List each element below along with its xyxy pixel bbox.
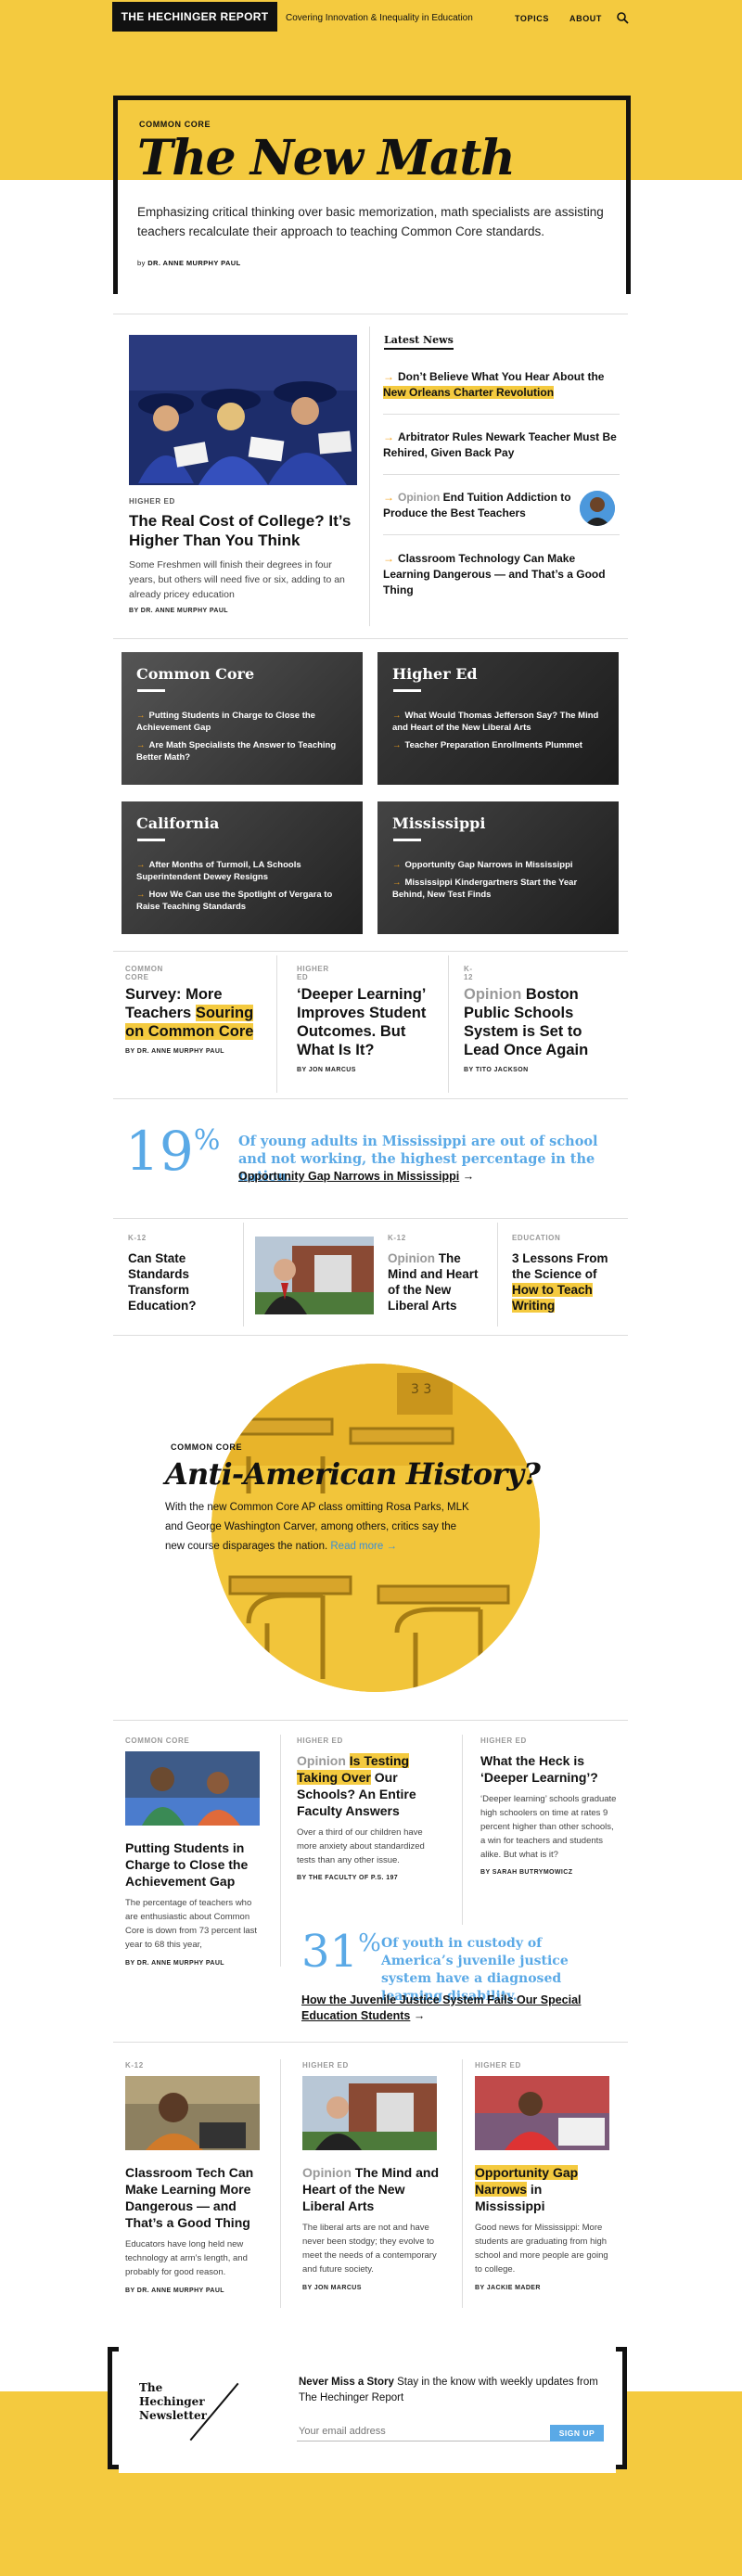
topic-tile-higher-ed[interactable]: Higher Ed → What Would Thomas Jefferson S… [377,652,619,785]
site-logo[interactable]: THE HECHINGER REPORT [112,2,277,32]
stat-figure: 31% [301,1926,381,1978]
divider [113,2042,628,2043]
latest-item[interactable]: → Classroom Technology Can Make Learning … [383,551,620,598]
divider [276,955,277,1093]
arrow-icon: → [383,370,394,383]
arrow-icon: → [383,430,394,443]
divider [113,1720,628,1721]
latest-news-heading: Latest News [384,334,454,350]
classroom-tech-photo[interactable] [125,2076,260,2150]
tile-link[interactable]: → Are Math Specialists the Answer to Teac… [136,739,348,763]
divider [462,2059,463,2308]
tile-link[interactable]: → After Months of Turmoil, LA Schools Sup… [136,859,348,883]
topic-tile-mississippi[interactable]: Mississippi → Opportunity Gap Narrows in … [377,801,619,934]
divider [383,414,620,415]
graduation-photo[interactable] [129,335,357,485]
divider [497,1223,498,1326]
story-card[interactable]: HIGHER ED Opinion Is Testing Taking Over … [297,1737,436,1881]
frame-gap [119,2460,616,2473]
arrow-icon: → [383,552,394,565]
divider [113,1335,628,1336]
feature-dek: Some Freshmen will finish their degrees … [129,559,345,600]
tile-link[interactable]: → How We Can use the Spotlight of Vergara… [136,889,348,913]
divider [369,327,370,626]
story-card[interactable]: HIGHER ED Opinion The Mind and Heart of … [302,2061,441,2291]
feature-kicker[interactable]: HIGHER ED [129,497,175,506]
tile-link[interactable]: → Mississippi Kindergartners Start the Ye… [392,877,604,901]
circle-dek: With the new Common Core AP class omitti… [165,1502,469,1552]
read-more-link[interactable]: Read more → [330,1541,397,1552]
divider [448,955,449,1093]
author-avatar[interactable] [580,491,615,526]
hero-title[interactable]: The New Math [137,135,516,183]
divider [113,1098,628,1099]
hero-byline: by DR. ANNE MURPHY PAUL [137,259,241,267]
students-photo[interactable] [125,1751,260,1826]
topic-tile-common-core[interactable]: Common Core → Putting Students in Charge … [122,652,363,785]
tile-link[interactable]: → Putting Students in Charge to Close the… [136,710,348,734]
story-card[interactable]: COMMON CORE Putting Students in Charge t… [125,1737,264,1967]
story-card[interactable]: K-12 Classroom Tech Can Make Learning Mo… [125,2061,264,2294]
svg-text:3 3: 3 3 [411,1382,431,1397]
liberal-arts-photo[interactable] [302,2076,437,2150]
jefferson-photo[interactable] [255,1237,374,1314]
feature-byline: by DR. ANNE MURPHY PAUL [129,608,228,614]
newsletter-name: The Hechinger Newsletter [139,2381,207,2422]
story-card[interactable]: K-12 Can State Standards Transform Educat… [128,1234,230,1314]
divider [462,1735,463,1925]
frame-gap [119,2343,616,2356]
feature-title[interactable]: The Real Cost of College? It’s Higher Th… [129,511,361,550]
divider [243,1223,244,1326]
nav-about[interactable]: ABOUT [569,14,602,23]
hero-kicker[interactable]: COMMON CORE [139,120,211,129]
divider [113,1218,628,1219]
stat-link[interactable]: How the Juvenile Justice System Fails Ou… [301,1993,598,2024]
divider [113,951,628,952]
newsletter-headline: Never Miss a Story Stay in the know with… [299,2377,598,2403]
hero-dek: Emphasizing critical thinking over basic… [137,205,604,238]
search-icon[interactable] [616,11,629,24]
divider [113,638,628,639]
topic-tile-california[interactable]: California → After Months of Turmoil, LA … [122,801,363,934]
story-card[interactable]: HIGHER ED Opportunity Gap Narrows in Mis… [475,2061,614,2291]
mississippi-students-photo[interactable] [475,2076,609,2150]
divider [280,2059,281,2308]
latest-item[interactable]: → Opinion End Tuition Addiction to Produc… [383,490,573,521]
tile-link[interactable]: → Opportunity Gap Narrows in Mississippi [392,859,604,871]
divider [280,1735,281,1967]
circle-title[interactable]: Anti-American History? [165,1456,541,1492]
latest-item[interactable]: → Don’t Believe What You Hear About the N… [383,369,620,401]
divider [383,534,620,535]
divider [383,474,620,475]
latest-item[interactable]: → Arbitrator Rules Newark Teacher Must Be… [383,429,620,461]
sign-up-button[interactable]: SIGN UP [550,2425,604,2441]
tile-link[interactable]: → Teacher Preparation Enrollments Plummet [392,739,604,751]
nav-topics[interactable]: TOPICS [515,14,549,23]
stat-figure: 19% [125,1120,221,1183]
story-card[interactable]: HIGHER ED What the Heck is ‘Deeper Learn… [480,1737,620,1876]
tile-link[interactable]: → What Would Thomas Jefferson Say? The Mi… [392,710,604,734]
circle-kicker[interactable]: COMMON CORE [171,1442,242,1452]
arrow-icon: → [383,491,394,504]
stat-link[interactable]: Opportunity Gap Narrows in Mississippi → [238,1170,474,1183]
story-card[interactable]: EDUCATION 3 Lessons From the Science of H… [512,1234,621,1314]
site-tagline: Covering Innovation & Inequality in Educ… [286,13,473,23]
story-card[interactable]: K-12 Opinion The Mind and Heart of the Ne… [388,1234,490,1314]
